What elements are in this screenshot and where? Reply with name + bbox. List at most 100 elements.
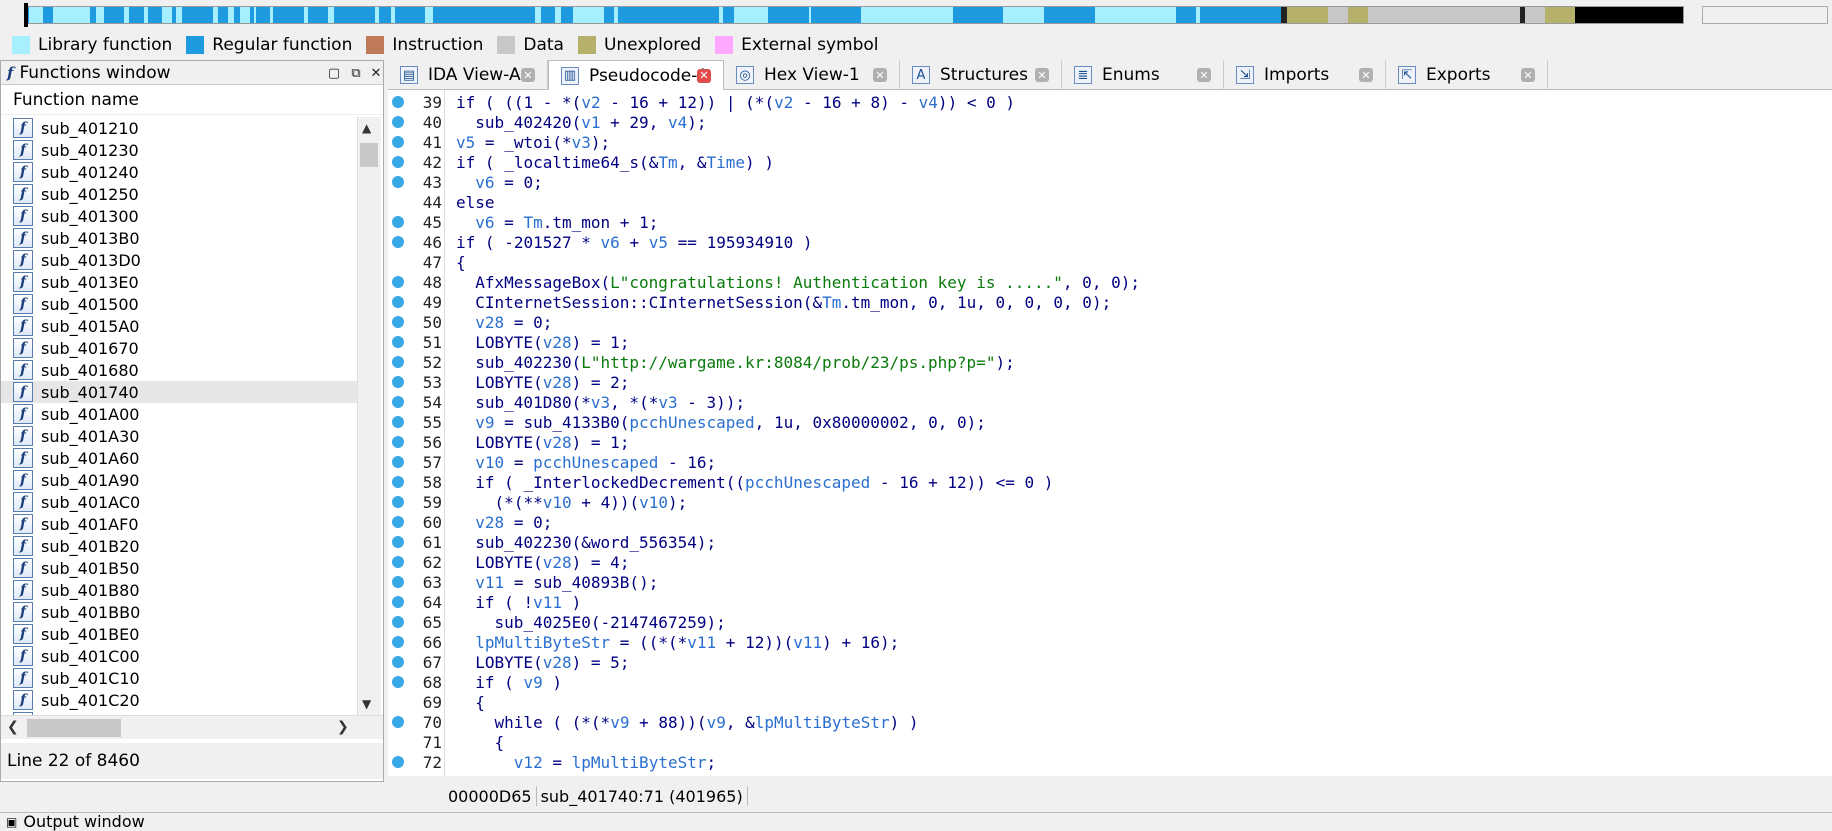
tab-imports[interactable]: ⇲ Imports ✕: [1224, 60, 1386, 90]
tab-close-icon[interactable]: ✕: [1197, 68, 1211, 82]
navigation-band-segment[interactable]: [1368, 7, 1521, 23]
breakpoint-dot-icon[interactable]: [392, 556, 404, 568]
scroll-left-icon[interactable]: ❮: [7, 719, 19, 735]
function-list-horizontal-scrollbar[interactable]: ❮ ❯: [1, 715, 383, 739]
navigation-band-segment[interactable]: [1003, 7, 1044, 23]
function-list-item[interactable]: f sub_401C00: [1, 645, 357, 667]
code-line[interactable]: 44 else: [388, 192, 1832, 212]
functions-window-titlebar[interactable]: f Functions window ▢ ⧉ ✕: [1, 61, 383, 85]
tab-close-icon[interactable]: ✕: [521, 68, 535, 82]
navigation-band-segment[interactable]: [603, 7, 614, 23]
code-line[interactable]: 69 {: [388, 692, 1832, 712]
function-list-item[interactable]: f sub_401B20: [1, 535, 357, 557]
navigation-band-segment[interactable]: [307, 7, 329, 23]
navigation-band-segment[interactable]: [433, 7, 535, 23]
restore-icon[interactable]: ▢: [323, 63, 345, 83]
navigation-band-segment[interactable]: [617, 7, 720, 23]
navigation-band-segment[interactable]: [129, 7, 144, 23]
navigation-band-overview[interactable]: [1702, 6, 1828, 24]
float-icon[interactable]: ⧉: [345, 63, 367, 83]
function-list-item[interactable]: f sub_401240: [1, 161, 357, 183]
code-line[interactable]: 45 v6 = Tm.tm_mon + 1;: [388, 212, 1832, 232]
breakpoint-dot-icon[interactable]: [392, 396, 404, 408]
breakpoint-dot-icon[interactable]: [392, 96, 404, 108]
close-icon[interactable]: ✕: [365, 63, 387, 83]
breakpoint-dot-icon[interactable]: [392, 296, 404, 308]
function-list-item[interactable]: f sub_401680: [1, 359, 357, 381]
code-text[interactable]: if ( ((1 - *(v2 - 16 + 12)) | (*(v2 - 16…: [456, 93, 1015, 112]
breakpoint-dot-icon[interactable]: [392, 476, 404, 488]
function-list-item[interactable]: f sub_401AF0: [1, 513, 357, 535]
code-line[interactable]: 55 v9 = sub_4133B0(pcchUnescaped, 1u, 0x…: [388, 412, 1832, 432]
navigation-band-segment[interactable]: [104, 7, 125, 23]
code-line[interactable]: 63 v11 = sub_40893B();: [388, 572, 1832, 592]
breakpoint-dot-icon[interactable]: [392, 276, 404, 288]
breakpoint-dot-icon[interactable]: [392, 596, 404, 608]
breakpoint-dot-icon[interactable]: [392, 496, 404, 508]
code-text[interactable]: v6 = Tm.tm_mon + 1;: [456, 213, 658, 232]
navigation-band-segment[interactable]: [573, 7, 604, 23]
code-line[interactable]: 58 if ( _InterlockedDecrement((pcchUnesc…: [388, 472, 1832, 492]
navigation-band-segment[interactable]: [1575, 7, 1683, 23]
breakpoint-dot-icon[interactable]: [392, 176, 404, 188]
tab-ida-view-a[interactable]: ▤ IDA View-A ✕: [388, 60, 548, 90]
tab-exports[interactable]: ⇱ Exports ✕: [1386, 60, 1548, 90]
code-line[interactable]: 65 sub_4025E0(-2147467259);: [388, 612, 1832, 632]
code-text[interactable]: {: [456, 733, 505, 752]
code-line[interactable]: 47 {: [388, 252, 1832, 272]
breakpoint-dot-icon[interactable]: [392, 416, 404, 428]
function-list-item[interactable]: f sub_401C10: [1, 667, 357, 689]
code-text[interactable]: v12 = lpMultiByteStr;: [456, 753, 716, 772]
code-line[interactable]: 40 sub_402420(v1 + 29, v4);: [388, 112, 1832, 132]
navigation-band-segment[interactable]: [29, 7, 44, 23]
navigation-band-segment[interactable]: [1175, 7, 1196, 23]
tab-structures[interactable]: A Structures ✕: [900, 60, 1062, 90]
code-line[interactable]: 53 LOBYTE(v28) = 2;: [388, 372, 1832, 392]
function-list-item[interactable]: f sub_401250: [1, 183, 357, 205]
breakpoint-dot-icon[interactable]: [392, 376, 404, 388]
navigation-band-segment[interactable]: [1544, 7, 1576, 23]
tab-close-icon[interactable]: ✕: [1359, 68, 1373, 82]
tab-close-icon[interactable]: ✕: [873, 68, 887, 82]
code-line[interactable]: 46 if ( -201527 * v6 + v5 == 195934910 ): [388, 232, 1832, 252]
code-text[interactable]: v5 = _wtoi(*v3);: [456, 133, 610, 152]
code-line[interactable]: 52 sub_402230(L"http://wargame.kr:8084/p…: [388, 352, 1832, 372]
code-line[interactable]: 56 LOBYTE(v28) = 1;: [388, 432, 1832, 452]
breakpoint-slot[interactable]: [392, 196, 404, 208]
breakpoint-dot-icon[interactable]: [392, 316, 404, 328]
function-list-item[interactable]: f sub_401740: [1, 381, 357, 403]
navigation-band-segment[interactable]: [256, 7, 271, 23]
tab-close-icon[interactable]: ✕: [697, 68, 711, 83]
vertical-scroll-thumb[interactable]: [360, 143, 378, 167]
code-text[interactable]: while ( (*(*v9 + 88))(v9, &lpMultiByteSt…: [456, 713, 919, 732]
code-text[interactable]: v9 = sub_4133B0(pcchUnescaped, 1u, 0x800…: [456, 413, 986, 432]
navigation-band-segment[interactable]: [768, 7, 809, 23]
scroll-up-icon[interactable]: ▲: [362, 121, 371, 135]
function-list-item[interactable]: f sub_401BE0: [1, 623, 357, 645]
breakpoint-dot-icon[interactable]: [392, 356, 404, 368]
function-list-item[interactable]: f sub_401300: [1, 205, 357, 227]
function-list-item[interactable]: f sub_401210: [1, 117, 357, 139]
code-text[interactable]: v28 = 0;: [456, 513, 552, 532]
code-text[interactable]: if ( !v11 ): [456, 593, 581, 612]
navigation-band-segment[interactable]: [1348, 7, 1369, 23]
code-text[interactable]: sub_402230(&word_556354);: [456, 533, 716, 552]
code-line[interactable]: 70 while ( (*(*v9 + 88))(v9, &lpMultiByt…: [388, 712, 1832, 732]
navigation-band-segment[interactable]: [723, 7, 734, 23]
code-line[interactable]: 48 AfxMessageBox(L"congratulations! Auth…: [388, 272, 1832, 292]
function-list-item[interactable]: f sub_4013E0: [1, 271, 357, 293]
code-text[interactable]: LOBYTE(v28) = 4;: [456, 553, 629, 572]
navigation-cursor[interactable]: [24, 3, 28, 27]
navigation-band-segment[interactable]: [1200, 7, 1282, 23]
function-list-item[interactable]: f sub_401670: [1, 337, 357, 359]
code-text[interactable]: v11 = sub_40893B();: [456, 573, 658, 592]
navigation-band[interactable]: [0, 0, 1832, 32]
code-text[interactable]: (*(**v10 + 4))(v10);: [456, 493, 688, 512]
code-line[interactable]: 42 if ( _localtime64_s(&Tm, &Time) ): [388, 152, 1832, 172]
code-text[interactable]: LOBYTE(v28) = 1;: [456, 333, 629, 352]
code-text[interactable]: sub_402230(L"http://wargame.kr:8084/prob…: [456, 353, 1014, 372]
scroll-down-icon[interactable]: ▼: [362, 697, 371, 711]
code-text[interactable]: v28 = 0;: [456, 313, 552, 332]
code-text[interactable]: lpMultiByteStr = ((*(*v11 + 12))(v11) + …: [456, 633, 899, 652]
code-line[interactable]: 41 v5 = _wtoi(*v3);: [388, 132, 1832, 152]
